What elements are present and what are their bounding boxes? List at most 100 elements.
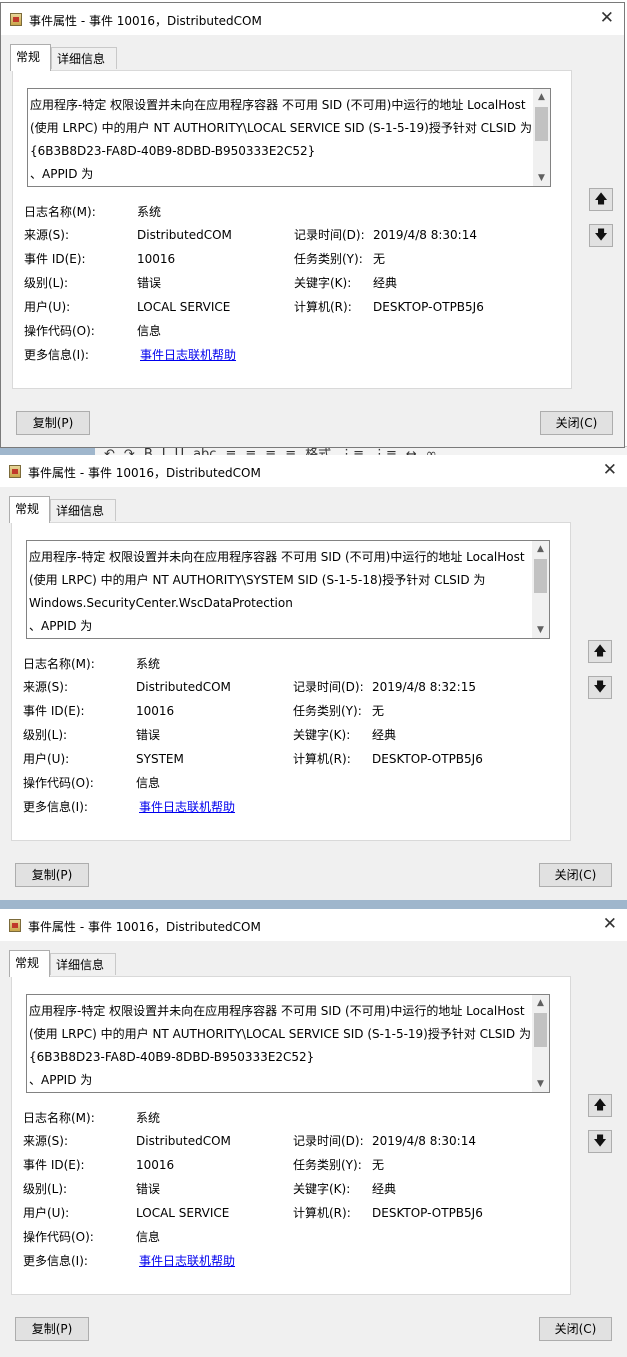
scroll-down-icon[interactable]: ▼ xyxy=(532,1076,549,1092)
field-value: 错误 xyxy=(137,276,162,290)
arrow-up-icon: 🡅 xyxy=(593,644,607,659)
field-label: 用户(U): xyxy=(23,752,70,766)
title-bar[interactable]: 事件属性 - 事件 10016，DistributedCOM ✕ xyxy=(1,3,624,35)
scroll-up-icon[interactable]: ▲ xyxy=(532,995,549,1011)
field-value: 信息 xyxy=(136,776,161,790)
online-help-link[interactable]: 事件日志联机帮助 xyxy=(140,347,236,363)
description-box[interactable]: 应用程序-特定 权限设置并未向在应用程序容器 不可用 SID (不可用)中运行的… xyxy=(27,88,551,187)
field-label: 任务类别(Y): xyxy=(293,704,362,718)
arrow-up-icon: 🡅 xyxy=(593,1098,607,1113)
window-title: 事件属性 - 事件 10016，DistributedCOM xyxy=(29,14,262,28)
previous-event-button[interactable]: 🡅 xyxy=(589,188,613,211)
event-viewer-icon xyxy=(9,919,21,932)
previous-event-button[interactable]: 🡅 xyxy=(588,640,612,663)
arrow-down-icon: 🡇 xyxy=(593,1134,607,1149)
copy-button[interactable]: 复制(P) xyxy=(15,1317,89,1341)
scroll-thumb[interactable] xyxy=(535,107,548,141)
description-box[interactable]: 应用程序-特定 权限设置并未向在应用程序容器 不可用 SID (不可用)中运行的… xyxy=(26,540,550,639)
field-value: 无 xyxy=(373,252,386,266)
field-label: 计算机(R): xyxy=(293,752,351,766)
arrow-up-icon: 🡅 xyxy=(594,192,608,207)
arrow-down-icon: 🡇 xyxy=(594,228,608,243)
field-label: 关键字(K): xyxy=(294,276,352,290)
field-label: 事件 ID(E): xyxy=(23,1158,85,1172)
field-label: 级别(L): xyxy=(23,1182,68,1196)
description-text: 应用程序-特定 权限设置并未向在应用程序容器 不可用 SID (不可用)中运行的… xyxy=(29,1000,531,1092)
field-value: LOCAL SERVICE xyxy=(136,1206,230,1220)
general-panel: 应用程序-特定 权限设置并未向在应用程序容器 不可用 SID (不可用)中运行的… xyxy=(12,70,572,389)
field-value: DESKTOP-OTPB5J6 xyxy=(372,752,483,766)
field-value: DistributedCOM xyxy=(137,228,232,242)
tab-details[interactable]: 详细信息 xyxy=(50,953,116,975)
field-value: 10016 xyxy=(136,704,175,718)
description-text: 应用程序-特定 权限设置并未向在应用程序容器 不可用 SID (不可用)中运行的… xyxy=(30,94,532,186)
description-line: (使用 LRPC) 中的用户 NT AUTHORITY\LOCAL SERVIC… xyxy=(30,121,532,135)
tab-general[interactable]: 常规 xyxy=(9,950,50,977)
field-label: 记录时间(D): xyxy=(294,228,365,242)
vertical-scrollbar[interactable]: ▲ ▼ xyxy=(533,89,550,186)
close-icon[interactable]: ✕ xyxy=(603,914,617,934)
description-line: (使用 LRPC) 中的用户 NT AUTHORITY\SYSTEM SID (… xyxy=(29,573,486,587)
field-value: 10016 xyxy=(137,252,176,266)
field-value: 错误 xyxy=(136,1182,161,1196)
vertical-scrollbar[interactable]: ▲ ▼ xyxy=(532,541,549,638)
scroll-thumb[interactable] xyxy=(534,1013,547,1047)
copy-button[interactable]: 复制(P) xyxy=(15,863,89,887)
description-line: 、APPID 为 xyxy=(30,167,94,181)
close-button[interactable]: 关闭(C) xyxy=(539,863,612,887)
event-viewer-icon xyxy=(10,13,22,26)
field-label: 计算机(R): xyxy=(294,300,352,314)
description-text: 应用程序-特定 权限设置并未向在应用程序容器 不可用 SID (不可用)中运行的… xyxy=(29,546,527,638)
next-event-button[interactable]: 🡇 xyxy=(588,1130,612,1153)
field-label: 更多信息(I): xyxy=(23,1254,88,1268)
tab-general[interactable]: 常规 xyxy=(9,496,50,523)
field-label: 更多信息(I): xyxy=(23,800,88,814)
scroll-up-icon[interactable]: ▲ xyxy=(532,541,549,557)
close-icon[interactable]: ✕ xyxy=(600,8,614,28)
tab-details[interactable]: 详细信息 xyxy=(51,47,117,69)
field-label: 日志名称(M): xyxy=(24,205,96,219)
title-bar[interactable]: 事件属性 - 事件 10016，DistributedCOM ✕ xyxy=(0,909,627,941)
description-line: 应用程序-特定 权限设置并未向在应用程序容器 不可用 SID (不可用)中运行的… xyxy=(29,1004,525,1018)
field-label: 用户(U): xyxy=(23,1206,70,1220)
field-label: 计算机(R): xyxy=(293,1206,351,1220)
description-box[interactable]: 应用程序-特定 权限设置并未向在应用程序容器 不可用 SID (不可用)中运行的… xyxy=(26,994,550,1093)
field-label: 日志名称(M): xyxy=(23,657,95,671)
field-value: DESKTOP-OTPB5J6 xyxy=(373,300,484,314)
vertical-scrollbar[interactable]: ▲ ▼ xyxy=(532,995,549,1092)
online-help-link[interactable]: 事件日志联机帮助 xyxy=(139,1253,235,1269)
tab-details[interactable]: 详细信息 xyxy=(50,499,116,521)
field-label: 任务类别(Y): xyxy=(294,252,363,266)
close-icon[interactable]: ✕ xyxy=(603,460,617,480)
title-bar[interactable]: 事件属性 - 事件 10016，DistributedCOM ✕ xyxy=(0,455,627,487)
field-label: 来源(S): xyxy=(23,1134,69,1148)
description-line: Windows.SecurityCenter.WscDataProtection xyxy=(29,596,293,610)
field-value: 2019/4/8 8:30:14 xyxy=(372,1134,476,1148)
online-help-link[interactable]: 事件日志联机帮助 xyxy=(139,799,235,815)
description-line: {6B3B8D23-FA8D-40B9-8DBD-B950333E2C52} xyxy=(30,144,316,158)
previous-event-button[interactable]: 🡅 xyxy=(588,1094,612,1117)
event-properties-dialog: 事件属性 - 事件 10016，DistributedCOM ✕ 常规 详细信息… xyxy=(0,455,627,900)
close-button[interactable]: 关闭(C) xyxy=(539,1317,612,1341)
next-event-button[interactable]: 🡇 xyxy=(589,224,613,247)
field-value: 系统 xyxy=(136,1111,161,1125)
field-label: 操作代码(O): xyxy=(23,1230,94,1244)
field-label: 操作代码(O): xyxy=(24,324,95,338)
scroll-down-icon[interactable]: ▼ xyxy=(532,622,549,638)
field-label: 级别(L): xyxy=(23,728,68,742)
next-event-button[interactable]: 🡇 xyxy=(588,676,612,699)
field-label: 级别(L): xyxy=(24,276,69,290)
field-value: 10016 xyxy=(136,1158,175,1172)
field-value: 错误 xyxy=(136,728,161,742)
scroll-up-icon[interactable]: ▲ xyxy=(533,89,550,105)
field-value: SYSTEM xyxy=(136,752,184,766)
scroll-thumb[interactable] xyxy=(534,559,547,593)
close-button[interactable]: 关闭(C) xyxy=(540,411,613,435)
field-value: 信息 xyxy=(136,1230,161,1244)
field-label: 事件 ID(E): xyxy=(23,704,85,718)
copy-button[interactable]: 复制(P) xyxy=(16,411,90,435)
scroll-down-icon[interactable]: ▼ xyxy=(533,170,550,186)
field-label: 记录时间(D): xyxy=(293,1134,364,1148)
field-value: 经典 xyxy=(373,276,398,290)
tab-general[interactable]: 常规 xyxy=(10,44,51,71)
